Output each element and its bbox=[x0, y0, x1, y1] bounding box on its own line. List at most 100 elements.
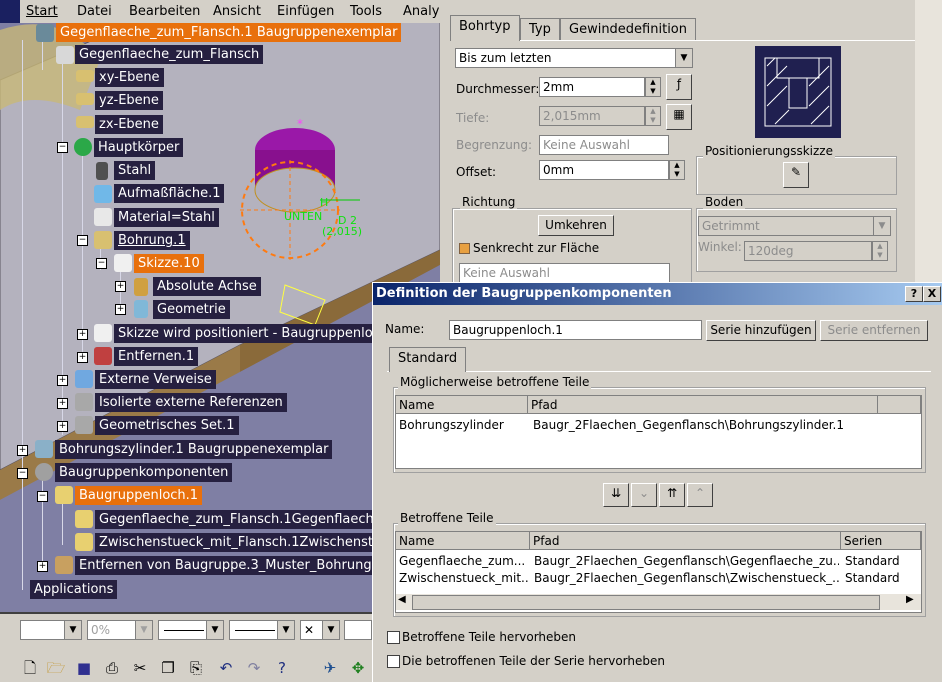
menu-ansicht[interactable]: Ansicht bbox=[213, 4, 261, 19]
new-icon[interactable]: 🗋 bbox=[20, 658, 40, 678]
hervorheben-checkbox[interactable] bbox=[387, 631, 400, 644]
tree-node-skizze[interactable]: Skizze.10 bbox=[134, 254, 204, 273]
menu-datei[interactable]: Datei bbox=[77, 4, 112, 19]
point-select[interactable]: ✕ ▼ bbox=[300, 620, 340, 640]
paste-icon[interactable]: ⎘ bbox=[186, 658, 206, 678]
tree-node-xy-ebene[interactable]: xy-Ebene bbox=[95, 68, 164, 87]
lineweight-select[interactable]: ▼ bbox=[229, 620, 295, 640]
select-icon[interactable]: ✈ bbox=[320, 658, 340, 678]
menu-start[interactable]: Start bbox=[26, 4, 58, 19]
menu-einfuegen[interactable]: Einfügen bbox=[277, 4, 334, 19]
betroffene-row-name[interactable]: Gegenflaeche_zum... bbox=[399, 554, 529, 568]
tree-node-bohrung[interactable]: Bohrung.1 bbox=[114, 231, 190, 250]
tree-node-baugruppenkomponenten[interactable]: Baugruppenkomponenten bbox=[55, 463, 233, 482]
close-button[interactable]: X bbox=[923, 286, 941, 302]
menu-bearbeiten[interactable]: Bearbeiten bbox=[129, 4, 200, 19]
print-icon[interactable]: ⎙ bbox=[102, 658, 122, 678]
tree-node-zx-ebene[interactable]: zx-Ebene bbox=[95, 115, 163, 134]
betroffene-row-pfad[interactable]: Baugr_2Flaechen_Gegenflansch\Gegenflaech… bbox=[534, 554, 839, 568]
move-all-up-button[interactable]: ⇈ bbox=[659, 483, 685, 507]
sketch-button[interactable]: ✎ bbox=[783, 162, 809, 188]
betroffene-row-serie[interactable]: Standard bbox=[845, 571, 919, 585]
offset-field[interactable]: 0mm bbox=[539, 160, 669, 180]
tree-node-isolierte-referenzen[interactable]: Isolierte externe Referenzen bbox=[95, 393, 287, 412]
move-up-button[interactable]: ⌃ bbox=[687, 483, 713, 507]
betroffene-list[interactable]: Name Pfad Serien Gegenflaeche_zum... Bau… bbox=[395, 531, 922, 613]
measure-button[interactable]: ▦ bbox=[666, 104, 692, 130]
help-button[interactable]: ? bbox=[905, 286, 923, 302]
tree-node-entfernen-baugruppe[interactable]: Entfernen von Baugruppe.3_Muster_Bohrung… bbox=[75, 556, 390, 575]
linetype-select[interactable]: ▼ bbox=[158, 620, 224, 640]
chevron-left-icon[interactable]: ◀ bbox=[398, 594, 406, 605]
betroffene-row-pfad[interactable]: Baugr_2Flaechen_Gegenflansch\Zwischenstu… bbox=[534, 571, 839, 585]
begrenzung-field[interactable]: Keine Auswahl bbox=[539, 135, 669, 155]
expand-icon[interactable]: + bbox=[57, 375, 68, 386]
extra-select[interactable] bbox=[344, 620, 372, 640]
tree-node-aufmassflaeche[interactable]: Aufmaßfläche.1 bbox=[114, 184, 225, 203]
expand-icon[interactable]: + bbox=[57, 421, 68, 432]
tree-node-baugruppenloch[interactable]: Baugruppenloch.1 bbox=[75, 486, 203, 505]
name-field[interactable]: Baugruppenloch.1 bbox=[449, 320, 702, 340]
move-all-down-button[interactable]: ⇊ bbox=[603, 483, 629, 507]
help-icon[interactable]: ? bbox=[272, 658, 292, 678]
cut-icon[interactable]: ✂ bbox=[130, 658, 150, 678]
moegliche-row-name[interactable]: Bohrungszylinder bbox=[399, 418, 525, 432]
tree-node-material-stahl[interactable]: Material=Stahl bbox=[114, 208, 219, 227]
tree-node-geometrie[interactable]: Geometrie bbox=[153, 300, 230, 319]
collapse-icon[interactable]: − bbox=[37, 491, 48, 502]
horizontal-scrollbar[interactable]: ◀ ▶ bbox=[396, 594, 921, 610]
col-header-serien[interactable]: Serien bbox=[841, 532, 921, 550]
umkehren-button[interactable]: Umkehren bbox=[538, 215, 614, 236]
tiefe-spinner[interactable]: ▲ ▼ bbox=[645, 106, 661, 126]
serie-hervorheben-checkbox[interactable] bbox=[387, 655, 400, 668]
tab-bohrtyp[interactable]: Bohrtyp bbox=[450, 15, 520, 41]
menu-analyse[interactable]: Analy bbox=[403, 4, 439, 19]
collapse-icon[interactable]: − bbox=[77, 235, 88, 246]
undo-icon[interactable]: ↶ bbox=[216, 658, 236, 678]
layer-select[interactable]: ▼ bbox=[20, 620, 82, 640]
tree-node-externe-verweise[interactable]: Externe Verweise bbox=[95, 370, 216, 389]
expand-icon[interactable]: + bbox=[37, 561, 48, 572]
betroffene-row-serie[interactable]: Standard bbox=[845, 554, 919, 568]
tree-node-absolute-achse[interactable]: Absolute Achse bbox=[153, 277, 261, 296]
tree-node-gegenflaeche-instance[interactable]: Gegenflaeche_zum_Flansch.1 Baugruppenexe… bbox=[56, 23, 402, 42]
winkel-field[interactable]: 120deg bbox=[744, 241, 872, 261]
richtung-field[interactable]: Keine Auswahl bbox=[459, 263, 670, 283]
formula-button[interactable]: ƒ bbox=[666, 74, 692, 100]
senkrecht-checkbox[interactable] bbox=[459, 243, 470, 254]
save-icon[interactable]: ■ bbox=[74, 658, 94, 678]
extension-type-select[interactable]: Bis zum letzten ▼ bbox=[455, 48, 693, 68]
dialog-titlebar[interactable]: Definition der Baugruppenkomponenten ? X bbox=[373, 283, 942, 305]
tab-typ[interactable]: Typ bbox=[520, 18, 560, 41]
move-down-button[interactable]: ⌄ bbox=[631, 483, 657, 507]
col-header-pfad[interactable]: Pfad bbox=[530, 532, 841, 550]
moegliche-row-pfad[interactable]: Baugr_2Flaechen_Gegenflansch\Bohrungszyl… bbox=[533, 418, 878, 432]
serie-entfernen-button[interactable]: Serie entfernen bbox=[820, 320, 928, 341]
collapse-icon[interactable]: − bbox=[57, 142, 68, 153]
collapse-icon[interactable]: − bbox=[96, 258, 107, 269]
expand-icon[interactable]: + bbox=[17, 445, 28, 456]
boden-select[interactable]: Getrimmt ▼ bbox=[698, 216, 891, 236]
moegliche-list[interactable]: Name Pfad Bohrungszylinder Baugr_2Flaech… bbox=[395, 395, 922, 469]
tab-gewindedefinition[interactable]: Gewindedefinition bbox=[560, 18, 696, 41]
open-icon[interactable]: 🗁 bbox=[46, 658, 66, 678]
tree-node-gegenflaeche-part[interactable]: Gegenflaeche_zum_Flansch bbox=[75, 45, 264, 64]
betroffene-row-name[interactable]: Zwischenstueck_mit... bbox=[399, 571, 529, 585]
menu-tools[interactable]: Tools bbox=[350, 4, 382, 19]
redo-icon[interactable]: ↷ bbox=[244, 658, 264, 678]
col-header-name[interactable]: Name bbox=[396, 396, 528, 414]
expand-icon[interactable]: + bbox=[115, 281, 126, 292]
fit-icon[interactable]: ✥ bbox=[348, 658, 368, 678]
tab-standard[interactable]: Standard bbox=[389, 347, 467, 372]
transparency-select[interactable]: 0% ▼ bbox=[87, 620, 153, 640]
tree-node-applications[interactable]: Applications bbox=[30, 580, 118, 599]
col-header-name[interactable]: Name bbox=[396, 532, 530, 550]
expand-icon[interactable]: + bbox=[77, 329, 88, 340]
offset-spinner[interactable]: ▲ ▼ bbox=[669, 160, 685, 180]
copy-icon[interactable]: ❐ bbox=[158, 658, 178, 678]
expand-icon[interactable]: + bbox=[57, 398, 68, 409]
tree-node-entfernen[interactable]: Entfernen.1 bbox=[114, 347, 199, 366]
col-header-pfad[interactable]: Pfad bbox=[528, 396, 878, 414]
tree-node-zwischenstueck-affected[interactable]: Zwischenstueck_mit_Flansch.1Zwischenstue… bbox=[95, 533, 401, 552]
collapse-icon[interactable]: − bbox=[17, 468, 28, 479]
